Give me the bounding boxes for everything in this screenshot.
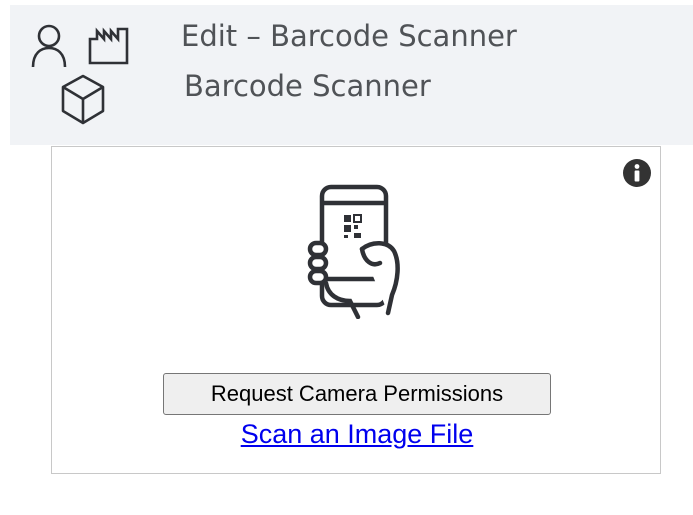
scan-image-file-link[interactable]: Scan an Image File — [52, 419, 662, 450]
page-subtitle: Barcode Scanner — [184, 69, 431, 103]
page-title: Edit – Barcode Scanner — [181, 19, 517, 53]
request-camera-permissions-button[interactable]: Request Camera Permissions — [163, 373, 551, 415]
barcode-scanner-panel: Request Camera Permissions Scan an Image… — [51, 146, 661, 474]
info-icon[interactable] — [622, 158, 652, 188]
user-icon — [31, 24, 67, 68]
phone-qr-scan-icon — [307, 184, 400, 319]
page-header: Edit – Barcode Scanner Barcode Scanner — [10, 5, 693, 145]
cube-icon — [61, 74, 105, 125]
factory-icon — [88, 27, 129, 65]
entity-icon-cluster — [30, 23, 150, 135]
